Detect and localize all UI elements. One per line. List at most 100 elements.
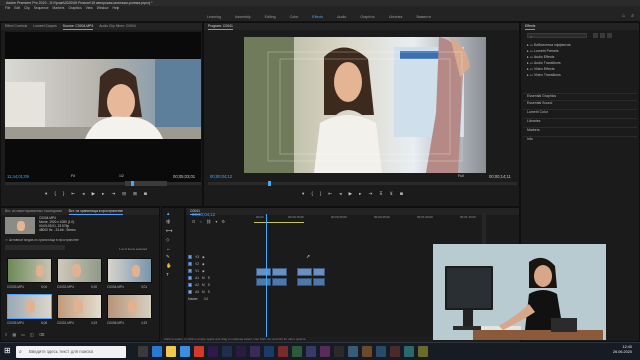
prog-step-forward-icon[interactable]: ▸ (359, 191, 361, 197)
tab-effect-controls[interactable]: Effect Controls (5, 23, 27, 30)
snap-icon[interactable]: ∩ (199, 219, 202, 224)
video-clip-4[interactable] (313, 268, 325, 276)
timeline-ruler[interactable]: 00;00 00;00;15;00 00;00;30;00 00;00;45;0… (254, 214, 482, 222)
audio-clip-1[interactable] (256, 278, 271, 286)
trash-icon[interactable]: ⌫ (39, 332, 45, 337)
track-a3-target[interactable]: A (188, 289, 193, 294)
ws-tab-libraries[interactable]: Libraries (382, 14, 410, 20)
effects-folder-video-effects[interactable]: ▸ ▭ Video Effects (527, 67, 555, 71)
section-essential-sound[interactable]: Essential Sound (527, 101, 552, 105)
video-clip-2[interactable] (272, 268, 287, 276)
tab-program[interactable]: Program: C0041 (208, 23, 233, 30)
source-ratio[interactable]: 1/2 (119, 174, 124, 178)
ws-tab-assembly[interactable]: Assembly (228, 14, 258, 20)
app-icon-15[interactable] (334, 346, 344, 357)
effects-folder-video-transitions[interactable]: ▸ ▭ Video Transitions (527, 73, 561, 77)
export-frame-icon[interactable]: ◙ (144, 191, 147, 197)
new-item-icon[interactable]: ◫ (30, 332, 34, 337)
source-scrub-bar[interactable] (5, 181, 201, 186)
section-lumetri-color[interactable]: Lumetri Color (527, 110, 548, 114)
program-video[interactable] (244, 37, 486, 173)
linked-selection-icon[interactable]: ⛓ (206, 219, 211, 224)
audio-clip-4[interactable] (313, 278, 325, 286)
accelerated-effects-icon[interactable] (593, 33, 598, 38)
tab-project-1[interactable]: Вст. из смонтированных последоват. (5, 208, 63, 215)
effects-presets-folder[interactable]: ▸ ▭ Библиотека эффектов (527, 43, 570, 47)
ws-tab-effects[interactable]: Effects (305, 14, 330, 20)
home-icon[interactable]: ⌂ (622, 13, 625, 19)
track-a3-solo[interactable]: S (208, 290, 210, 294)
effects-folder-lumetri[interactable]: ▸ ▭ Lumetri Presets (527, 49, 559, 53)
project-thumb-2[interactable] (57, 258, 102, 283)
project-thumb-5[interactable] (57, 294, 102, 319)
chrome-icon[interactable] (194, 346, 204, 357)
track-a1-mute[interactable]: M (202, 276, 205, 280)
tab-source[interactable]: Source: C0004.MP4 (62, 23, 94, 30)
app-icon-18[interactable] (376, 346, 386, 357)
nest-icon[interactable]: ⊡ (192, 219, 195, 224)
list-view-icon[interactable]: ≡ (5, 332, 7, 337)
program-timecode[interactable]: 00;00;04;12 (210, 174, 232, 179)
extract-icon[interactable]: ⊻ (390, 191, 393, 197)
effects-search-input[interactable]: ⌕ (527, 33, 587, 39)
insert-icon[interactable]: ⊟ (122, 191, 126, 197)
explorer-icon[interactable] (166, 346, 176, 357)
step-forward-icon[interactable]: ▸ (102, 191, 104, 197)
step-back-icon[interactable]: ◂ (82, 191, 84, 197)
track-v3-eye-icon[interactable]: ◉ (202, 255, 205, 259)
track-v1-eye-icon[interactable]: ◉ (202, 269, 205, 273)
effects-folder-audio-effects[interactable]: ▸ ▭ Audio Effects (527, 55, 554, 59)
pen-tool-icon[interactable]: ✎ (166, 254, 172, 260)
prog-mark-in-icon[interactable]: { (311, 191, 313, 197)
track-a1-solo[interactable]: S (208, 276, 210, 280)
new-bin-icon[interactable]: ▭ (21, 332, 25, 337)
task-view-icon[interactable] (138, 346, 148, 357)
hand-tool-icon[interactable]: ✋ (166, 263, 172, 269)
project-thumb-6[interactable] (107, 294, 152, 319)
selection-tool-icon[interactable]: ▲ (166, 211, 172, 216)
tab-lumetri-scopes[interactable]: Lumetri Scopes (33, 23, 57, 30)
section-info[interactable]: Info (527, 137, 533, 141)
play-icon[interactable]: ▶ (92, 191, 96, 197)
marker-icon[interactable]: ▾ (45, 191, 47, 197)
ws-tab-color[interactable]: Color (283, 14, 306, 20)
tab-audio-clip-mixer[interactable]: Audio Clip Mixer: C0004 (99, 23, 136, 30)
audio-clip-3[interactable] (297, 278, 312, 286)
master-value[interactable]: 0.0 (204, 297, 208, 301)
app-icon-19[interactable] (390, 346, 400, 357)
section-essential-graphics[interactable]: Essential Graphics (527, 94, 556, 98)
source-timecode[interactable]: 11;44;01;09 (7, 174, 29, 179)
project-search-input[interactable] (5, 245, 65, 250)
mark-in-icon[interactable]: { (54, 191, 56, 197)
overwrite-icon[interactable]: ⊞ (133, 191, 137, 197)
ws-tab-editing[interactable]: Editing (258, 14, 283, 20)
app-icon-21[interactable] (418, 346, 428, 357)
section-libraries[interactable]: Libraries (527, 119, 540, 123)
yuv-effects-icon[interactable] (607, 33, 612, 38)
mark-out-icon[interactable]: } (63, 191, 65, 197)
tab-project-2[interactable]: Вст. из хранилища в пространстве (68, 208, 123, 215)
search-icon[interactable]: ⌕ (631, 13, 634, 19)
program-playhead[interactable] (268, 181, 271, 186)
track-a2-mute[interactable]: M (202, 283, 205, 287)
app-icon-10[interactable] (264, 346, 274, 357)
track-v2-target[interactable]: V (188, 261, 193, 266)
after-effects-icon[interactable] (236, 346, 246, 357)
windows-start-icon[interactable]: ⊞ (4, 346, 11, 355)
taskbar-search-input[interactable]: ⌕ Введите здесь текст для поиска (16, 346, 126, 358)
program-fit[interactable]: Full (458, 174, 464, 178)
app-icon-9[interactable] (250, 346, 260, 357)
source-video[interactable] (5, 32, 201, 182)
tab-effects[interactable]: Effects (525, 23, 536, 30)
work-area-bar[interactable] (254, 222, 304, 223)
video-clip-3[interactable] (297, 268, 312, 276)
video-clip-1[interactable] (256, 268, 271, 276)
program-scrub-bar[interactable] (208, 181, 517, 186)
app-icon-20[interactable] (404, 346, 414, 357)
track-a1-target[interactable]: A (188, 275, 193, 280)
prog-go-to-in-icon[interactable]: ⇤ (328, 191, 332, 197)
photoshop-icon[interactable] (222, 346, 232, 357)
app-icon-13[interactable] (306, 346, 316, 357)
lift-icon[interactable]: ⊼ (379, 191, 382, 197)
type-tool-icon[interactable]: T (166, 272, 172, 277)
